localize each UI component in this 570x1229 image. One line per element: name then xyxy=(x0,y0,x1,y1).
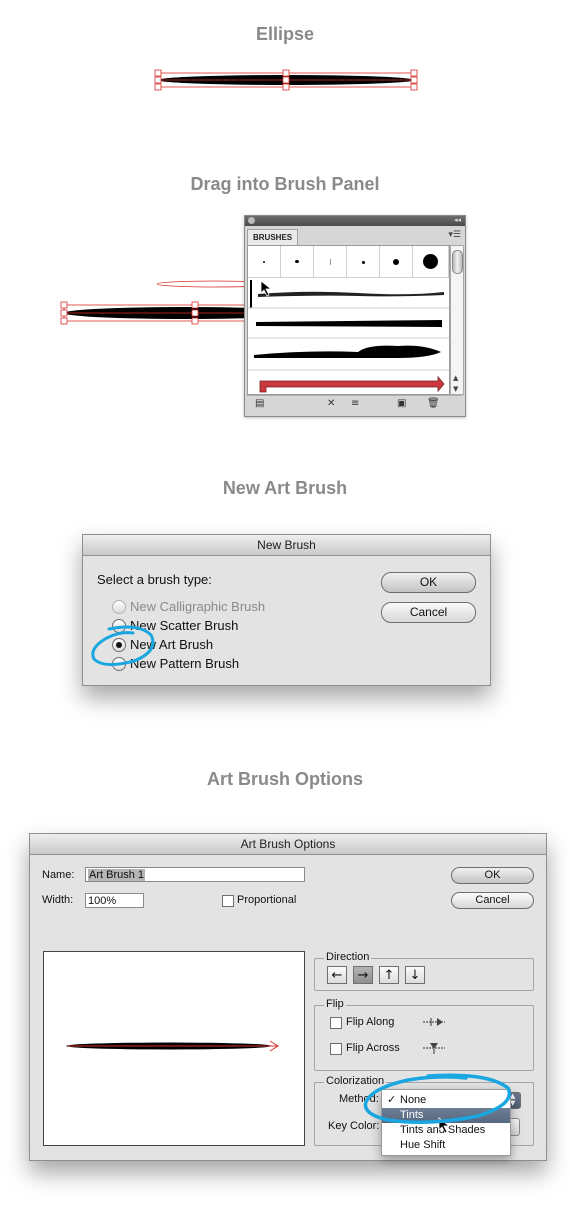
ok-button[interactable]: OK xyxy=(451,867,534,884)
flip-across-icon xyxy=(423,1043,445,1054)
direction-down-button[interactable]: ↓ xyxy=(405,966,425,984)
heading-ellipse: Ellipse xyxy=(255,24,315,44)
cancel-button[interactable]: Cancel xyxy=(451,892,534,909)
proportional-checkbox[interactable] xyxy=(222,895,234,907)
remove-stroke-icon[interactable]: ✕ xyxy=(327,398,335,409)
brush-preview xyxy=(43,951,305,1146)
flip-across-checkbox[interactable] xyxy=(330,1043,342,1055)
width-field[interactable]: 100% xyxy=(85,893,144,908)
flip-along-label: Flip Along xyxy=(346,1016,395,1028)
new-brush-dialog: New Brush Select a brush type: New Calli… xyxy=(82,534,491,686)
cursor-icon xyxy=(260,280,273,297)
ellipse-shape[interactable] xyxy=(150,66,422,94)
brush-preview-stroke xyxy=(66,1040,279,1052)
heading-new-art-brush: New Art Brush xyxy=(222,478,348,498)
brush-swatch[interactable] xyxy=(314,246,347,278)
direction-up-button[interactable]: ↑ xyxy=(379,966,399,984)
direction-label: Direction xyxy=(324,951,372,963)
highlight-circle xyxy=(363,1073,512,1124)
scrollbar[interactable]: ▲ ▼ xyxy=(450,245,464,395)
flip-label: Flip xyxy=(324,998,346,1010)
options-icon[interactable]: ≡ xyxy=(351,398,359,409)
panel-footer: ▤ ✕ ≡ ▣ 🗑 xyxy=(247,395,462,413)
ok-button[interactable]: OK xyxy=(381,572,476,593)
flip-along-checkbox[interactable] xyxy=(330,1017,342,1029)
flip-across-label: Flip Across xyxy=(346,1042,400,1054)
delete-brush-icon[interactable]: 🗑 xyxy=(427,398,440,409)
flip-group: Flip Flip Along Flip Across xyxy=(314,998,534,1071)
highlight-circle xyxy=(91,625,155,666)
name-label: Name: xyxy=(42,869,75,881)
scroll-down-icon[interactable]: ▼ xyxy=(453,385,458,393)
heading-drag: Drag into Brush Panel xyxy=(190,174,380,194)
option-calligraphic-label: New Calligraphic Brush xyxy=(130,599,266,614)
flip-along-icon xyxy=(423,1018,445,1026)
dialog-title: Art Brush Options xyxy=(30,834,546,855)
tab-brushes[interactable]: BRUSHES xyxy=(247,229,299,245)
close-icon[interactable] xyxy=(248,217,255,224)
name-value: Art Brush 1 xyxy=(88,869,146,881)
brush-libraries-icon[interactable]: ▤ xyxy=(255,398,264,409)
art-brush-options-dialog: Art Brush Options Name: Art Brush 1 Widt… xyxy=(29,833,547,1161)
new-brush-icon[interactable]: ▣ xyxy=(397,398,406,409)
scroll-thumb[interactable] xyxy=(452,250,463,274)
brush-swatch[interactable] xyxy=(248,246,281,278)
brush-swatch[interactable] xyxy=(413,246,449,278)
proportional-label: Proportional xyxy=(237,894,297,906)
radio-calligraphic xyxy=(112,600,126,614)
brush-swatch[interactable] xyxy=(281,246,314,278)
brush-list xyxy=(247,245,450,395)
brush-swatch[interactable] xyxy=(347,246,380,278)
direction-group: Direction ← → ↑ ↓ xyxy=(314,951,534,991)
direction-left-button[interactable]: ← xyxy=(327,966,347,984)
heading-art-brush-options: Art Brush Options xyxy=(207,769,363,789)
dialog-title: New Brush xyxy=(83,535,490,556)
art-brush-rows[interactable] xyxy=(248,278,449,394)
brush-type-prompt: Select a brush type: xyxy=(97,572,212,587)
collapse-icon[interactable]: ◂◂ xyxy=(454,216,461,224)
panel-menu-icon[interactable]: ▾☰ xyxy=(448,230,461,240)
brushes-panel: ◂◂ BRUSHES ▾☰ ▲ ▼ ▤ ✕ ≡ ▣ 🗑 xyxy=(244,215,466,417)
brush-swatch[interactable] xyxy=(380,246,413,278)
scroll-up-icon[interactable]: ▲ xyxy=(453,374,458,382)
direction-right-button[interactable]: → xyxy=(353,966,373,984)
panel-titlebar[interactable]: ◂◂ xyxy=(245,216,465,226)
cancel-button[interactable]: Cancel xyxy=(381,602,476,623)
method-option-hue-shift[interactable]: Hue Shift xyxy=(382,1138,510,1153)
width-label: Width: xyxy=(42,894,74,906)
dragged-ellipse[interactable] xyxy=(55,270,255,326)
name-field[interactable]: Art Brush 1 xyxy=(85,867,305,882)
